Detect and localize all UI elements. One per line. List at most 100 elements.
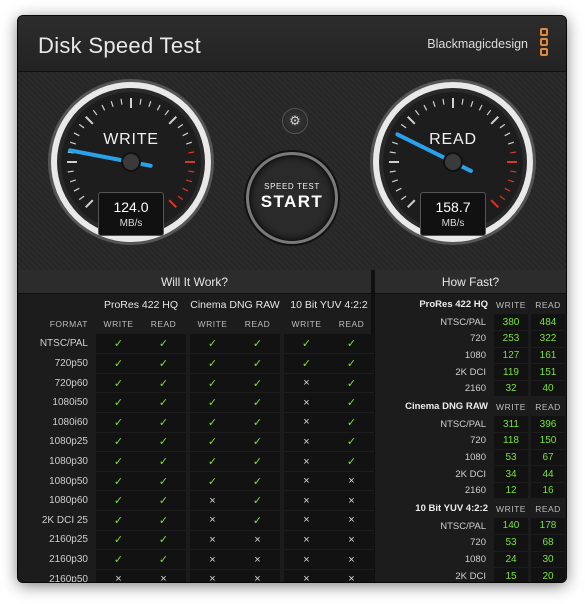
cross-icon: × [284, 490, 329, 512]
write-fps-value: 24 [494, 551, 528, 569]
read-gauge-label: READ [429, 131, 477, 148]
check-icon: ✓ [329, 373, 374, 394]
read-column-header: READ [338, 319, 365, 330]
resolution-label: 720 [470, 435, 486, 447]
resolution-label: NTSC/PAL [440, 520, 486, 532]
cross-icon: × [284, 412, 329, 433]
read-fps-value: 322 [531, 330, 565, 348]
read-speed-value: 158.7 [435, 199, 471, 215]
cross-icon: × [284, 569, 329, 582]
cross-icon: × [235, 530, 280, 551]
write-column-header: WRITE [103, 319, 134, 330]
check-icon: ✓ [96, 432, 141, 453]
format-label: 1080p50 [49, 475, 88, 487]
write-fps-value: 15 [494, 567, 528, 582]
check-icon: ✓ [96, 549, 141, 570]
check-icon: ✓ [235, 392, 280, 414]
table-row: 1080p25 ✓ ✓ ✓ ✓ × ✓ [30, 432, 374, 453]
check-icon: ✓ [141, 353, 186, 374]
check-icon: ✓ [235, 432, 280, 453]
write-fps-value: 32 [494, 380, 528, 398]
check-icon: ✓ [96, 510, 141, 531]
read-fps-value: 150 [531, 432, 565, 450]
table-row: 720p60 ✓ ✓ ✓ ✓ × ✓ [30, 373, 374, 394]
check-icon: ✓ [141, 373, 186, 394]
resolution-label: NTSC/PAL [440, 316, 486, 328]
write-fps-value: 34 [494, 465, 528, 483]
read-column-header: READ [535, 503, 561, 514]
cross-icon: × [284, 471, 329, 492]
cross-icon: × [284, 451, 329, 472]
table-row: 1080 53 67 [376, 449, 565, 467]
check-icon: ✓ [329, 392, 374, 414]
check-icon: ✓ [329, 432, 374, 453]
check-icon: ✓ [190, 392, 235, 414]
read-fps-value: 44 [531, 465, 565, 483]
write-fps-value: 140 [494, 517, 528, 536]
check-icon: ✓ [284, 334, 329, 355]
start-button-label: START [260, 192, 324, 211]
check-icon: ✓ [141, 432, 186, 453]
check-icon: ✓ [235, 373, 280, 394]
write-fps-value: 127 [494, 347, 528, 365]
group-name: Cinema DNG RAW [405, 400, 488, 412]
check-icon: ✓ [190, 471, 235, 492]
write-fps-value: 53 [494, 534, 528, 552]
resolution-label: 720 [470, 537, 486, 549]
resolution-label: 2160 [464, 383, 486, 395]
table-row: 2K DCI 15 20 [376, 567, 565, 582]
group-row: ProRes 422 HQ WRITE READ [376, 295, 565, 314]
check-icon: ✓ [190, 353, 235, 374]
check-icon: ✓ [141, 451, 186, 472]
table-row: 2K DCI 34 44 [376, 465, 565, 483]
cross-icon: × [284, 510, 329, 531]
cross-icon: × [284, 432, 329, 453]
write-readout: 124.0 MB/s [98, 192, 164, 236]
table-row: 1080p60 ✓ ✓ × ✓ × × [30, 490, 374, 512]
table-row: NTSC/PAL 311 396 [376, 415, 565, 434]
check-icon: ✓ [190, 373, 235, 394]
write-column-header: WRITE [197, 319, 228, 330]
title-bar: Disk Speed Test Blackmagicdesign [18, 16, 566, 72]
start-button[interactable]: SPEED TEST START [246, 152, 338, 244]
read-fps-value: 30 [531, 551, 565, 569]
table-row: 1080i50 ✓ ✓ ✓ ✓ × ✓ [30, 392, 374, 414]
read-column-header: READ [150, 319, 177, 330]
check-icon: ✓ [190, 432, 235, 453]
group-row: Cinema DNG RAW WRITE READ [376, 397, 565, 416]
check-icon: ✓ [284, 353, 329, 374]
format-label: NTSC/PAL [39, 338, 88, 350]
table-row: 2160 32 40 [376, 380, 565, 398]
write-gauge: WRITE 124.0 MB/s [46, 77, 216, 247]
group-name: ProRes 422 HQ [419, 299, 488, 310]
format-label: 1080i50 [52, 397, 88, 409]
resolution-label: 2K DCI [455, 468, 486, 480]
read-column-header: READ [244, 319, 271, 330]
will-it-work-header: Will It Work? [18, 270, 371, 294]
format-column-header: FORMAT [49, 319, 88, 330]
resolution-label: 1080 [464, 451, 486, 463]
read-column-header: READ [535, 401, 561, 412]
write-fps-value: 380 [494, 314, 528, 332]
cross-icon: × [284, 530, 329, 551]
group-header: ProRes 422 HQ [103, 298, 179, 311]
check-icon: ✓ [235, 334, 280, 355]
read-fps-value: 16 [531, 482, 565, 500]
read-fps-value: 20 [531, 567, 565, 582]
write-column-header: WRITE [496, 503, 526, 514]
table-row: 2160p25 ✓ ✓ × × × × [30, 530, 374, 551]
check-icon: ✓ [235, 471, 280, 492]
gauge-hub [443, 152, 463, 172]
cross-icon: × [329, 569, 374, 582]
read-fps-value: 67 [531, 449, 565, 467]
table-row: 720 253 322 [376, 330, 565, 348]
format-label: 1080i60 [52, 416, 88, 428]
settings-gear-icon[interactable]: ⚙ [282, 108, 308, 134]
cross-icon: × [329, 510, 374, 531]
cross-icon: × [284, 549, 329, 570]
write-speed-unit: MB/s [119, 218, 143, 229]
table-row: NTSC/PAL 380 484 [376, 314, 565, 332]
read-column-header: READ [535, 299, 561, 310]
table-row: 2160p30 ✓ ✓ × × × × [30, 549, 374, 570]
check-icon: ✓ [96, 392, 141, 414]
